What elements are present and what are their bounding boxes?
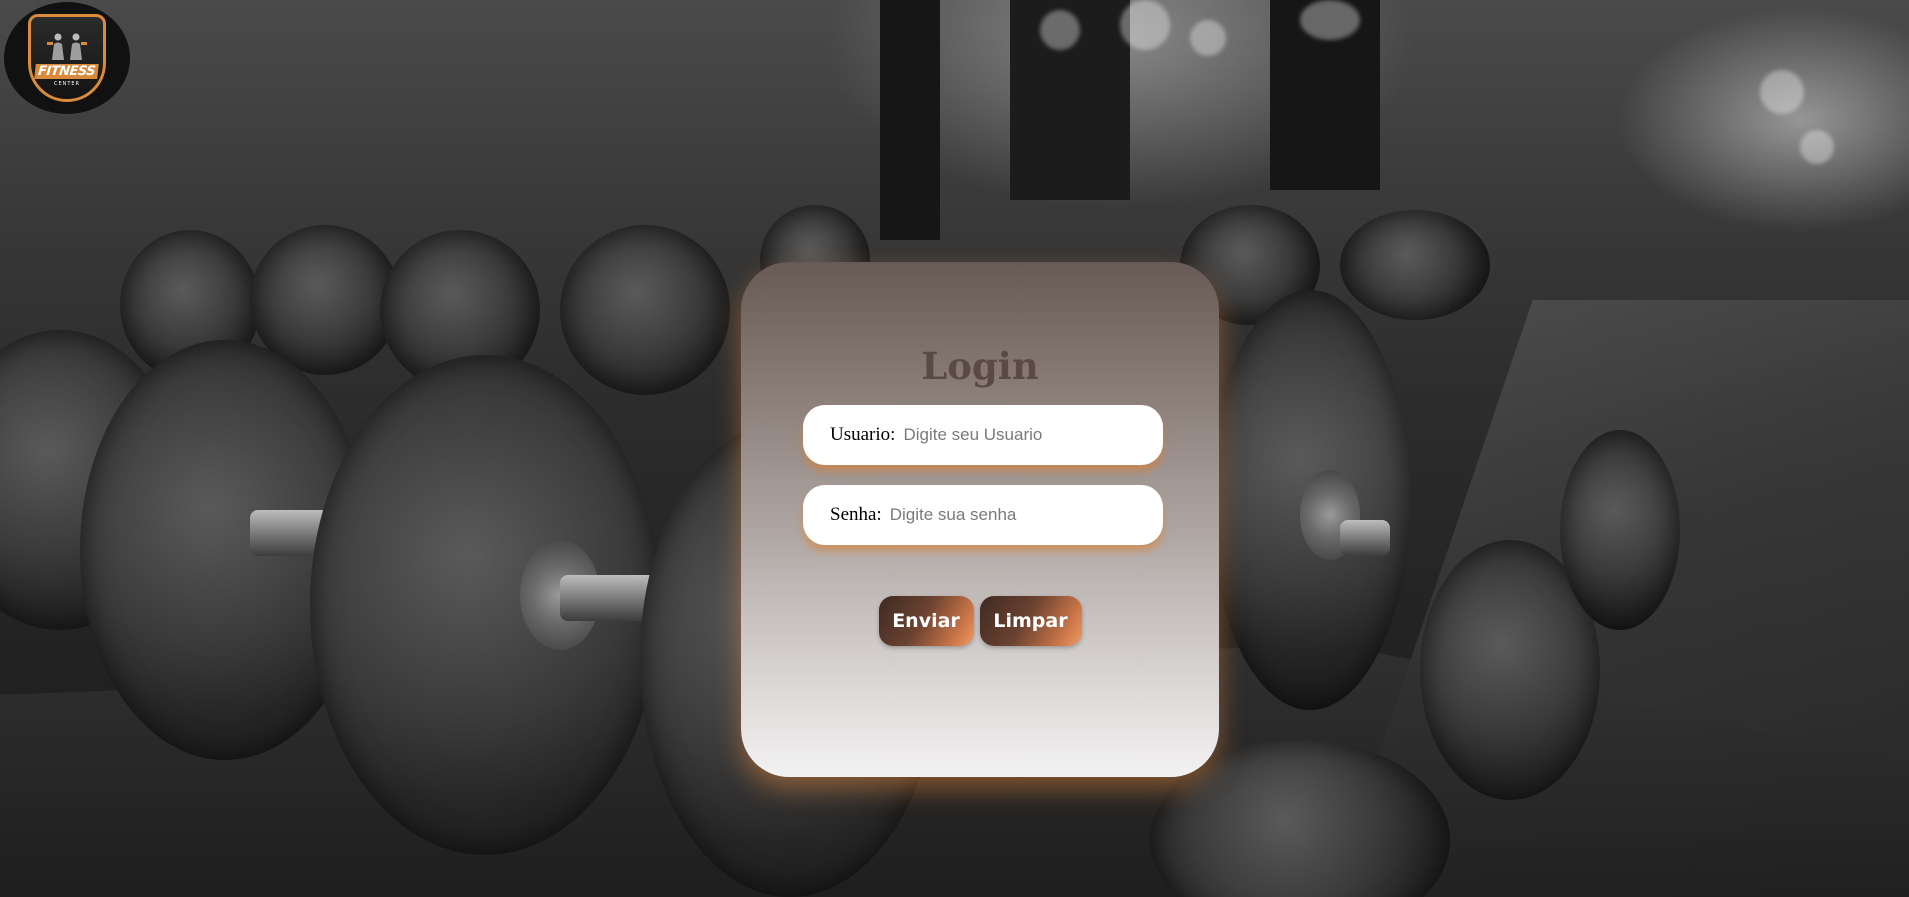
- fitness-center-logo[interactable]: FITNESS CENTER: [4, 2, 130, 114]
- background-dumbbell: [380, 230, 540, 390]
- background-window: [1270, 0, 1380, 190]
- background-dumbbell: [1340, 210, 1490, 320]
- background-window: [1010, 0, 1130, 200]
- background-dumbbell: [250, 225, 400, 375]
- background-light: [1450, 230, 1480, 260]
- background-dumbbell: [1210, 290, 1410, 710]
- background-dumbbell: [1560, 430, 1680, 630]
- login-form: Login Usuario: Senha: Enviar Limpar: [741, 262, 1219, 777]
- logo-subtitle: CENTER: [53, 81, 81, 87]
- background-light: [1300, 0, 1360, 40]
- background-floor: [1330, 300, 1909, 897]
- background-dumbbell-bar: [560, 575, 670, 621]
- background-dumbbell: [1420, 540, 1600, 800]
- password-label: Senha:: [830, 504, 882, 525]
- logo-shield-icon: FITNESS CENTER: [28, 14, 106, 102]
- username-field[interactable]: Usuario:: [803, 405, 1163, 465]
- form-actions: Enviar Limpar: [741, 596, 1219, 646]
- background-dumbbell-bar: [1340, 520, 1390, 556]
- submit-button[interactable]: Enviar: [878, 596, 974, 646]
- login-title: Login: [921, 344, 1039, 388]
- background-dumbbell-bar: [250, 510, 350, 556]
- background-dumbbell: [120, 230, 260, 380]
- background-dumbbell: [80, 340, 370, 760]
- background-window: [880, 0, 940, 240]
- background-light: [1040, 10, 1080, 50]
- username-label: Usuario:: [830, 424, 896, 445]
- background-dumbbell-hub: [1300, 470, 1360, 560]
- password-input[interactable]: [889, 505, 1163, 525]
- logo-figures-icon: [47, 33, 87, 60]
- background-dumbbell-hub: [520, 540, 600, 650]
- background-light: [1120, 0, 1170, 50]
- background-light: [1760, 70, 1804, 114]
- background-dumbbell: [0, 330, 180, 630]
- background-dumbbell: [310, 355, 660, 855]
- login-page: FITNESS CENTER Login Usuario: Senha: Env…: [0, 0, 1909, 897]
- password-field[interactable]: Senha:: [803, 485, 1163, 545]
- logo-wordmark: FITNESS: [34, 64, 100, 79]
- background-light: [1190, 20, 1226, 56]
- clear-button[interactable]: Limpar: [979, 596, 1082, 646]
- background-dumbbell: [560, 225, 730, 395]
- username-input[interactable]: [903, 425, 1163, 445]
- background-light: [1800, 130, 1834, 164]
